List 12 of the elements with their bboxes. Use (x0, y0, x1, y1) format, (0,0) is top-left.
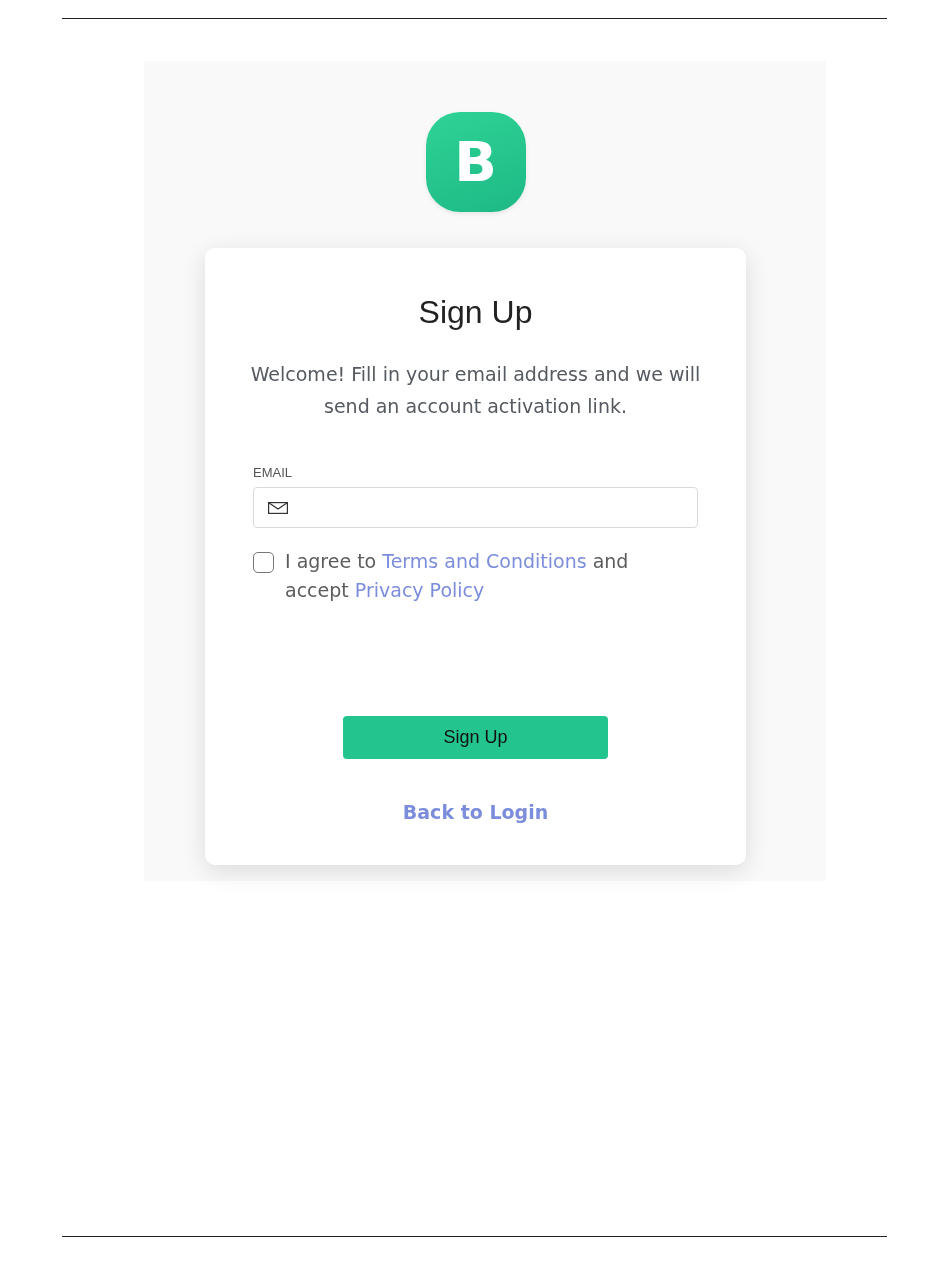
intro-text: Welcome! Fill in your email address and we will send an account activation link. (249, 362, 702, 419)
terms-link[interactable]: Terms and Conditions (382, 550, 587, 572)
email-field[interactable] (253, 487, 698, 528)
signup-button[interactable]: Sign Up (343, 716, 608, 759)
mail-icon (268, 501, 288, 514)
agree-checkbox[interactable] (253, 552, 274, 573)
email-label: EMAIL (253, 465, 292, 481)
back-to-login-link[interactable]: Back to Login (402, 799, 549, 825)
app-logo: B (425, 112, 526, 212)
card-title: Sign Up (417, 294, 534, 330)
agreement-text: I agree to Terms and Conditions and accept Privacy Policy (285, 549, 630, 603)
privacy-link[interactable]: Privacy Policy (354, 579, 485, 601)
